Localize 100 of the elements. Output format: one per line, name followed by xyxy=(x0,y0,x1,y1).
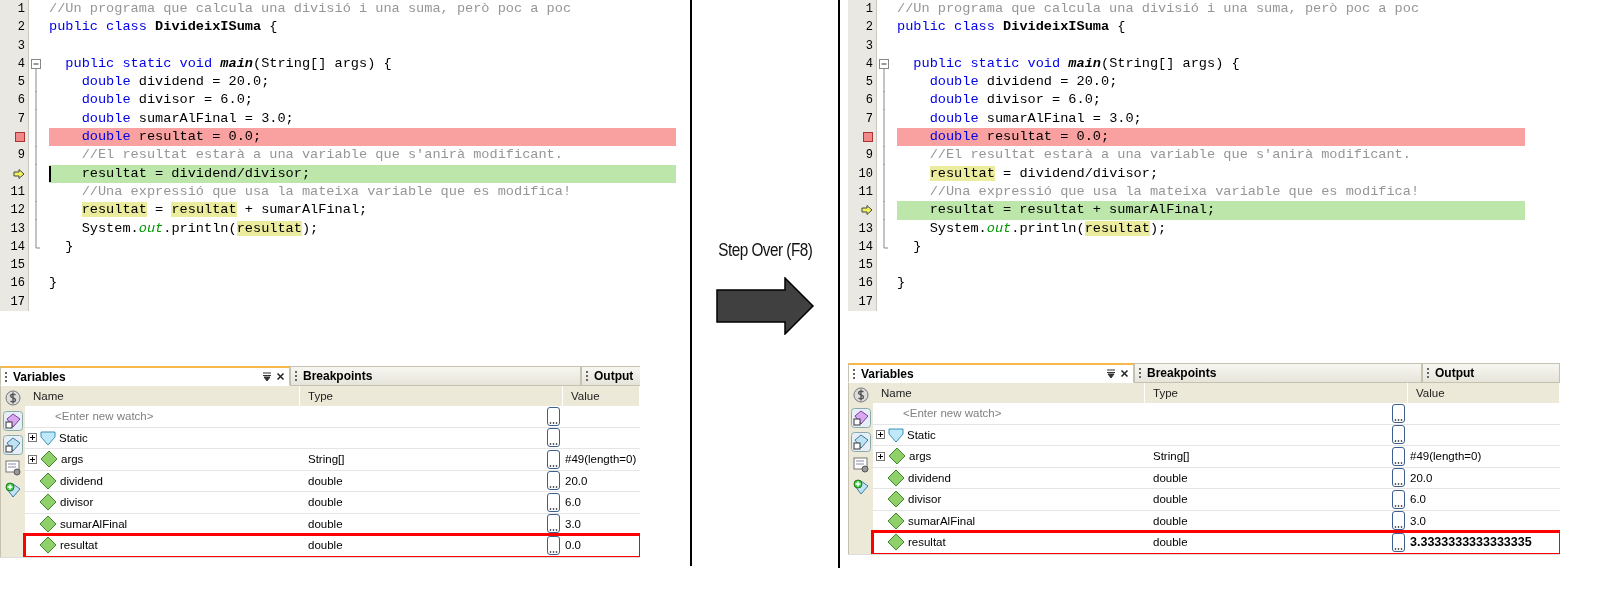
close-icon[interactable] xyxy=(276,372,285,382)
more-button[interactable] xyxy=(1392,425,1405,445)
more-button[interactable] xyxy=(1392,532,1405,552)
code-line: public static void main(String[] args) { xyxy=(912,54,1240,73)
line-number: 14 xyxy=(10,238,25,256)
code-line: double dividend = 20.0; xyxy=(928,73,1118,92)
expand-icon[interactable] xyxy=(28,454,37,464)
line-number: 3 xyxy=(865,37,873,55)
panel-tab[interactable]: Variables xyxy=(0,366,290,387)
breakpoint-icon[interactable] xyxy=(863,132,873,143)
step-caption: Step Over (F8) xyxy=(717,240,812,261)
column-header[interactable]: Name xyxy=(873,383,1145,404)
expand-icon[interactable] xyxy=(876,430,885,440)
variable-row[interactable]: sumarAlFinal double 3.0 xyxy=(873,510,1560,533)
code-line: //El resultat estarà a una variable que s'anirà modificant. xyxy=(80,146,563,165)
variable-row[interactable]: Static xyxy=(873,424,1560,447)
variable-type: double xyxy=(1153,514,1188,527)
line-number: 15 xyxy=(858,257,873,275)
variable-row[interactable]: <Enter new watch> xyxy=(25,406,640,428)
line-number: 13 xyxy=(10,220,25,238)
shield-icon xyxy=(888,426,904,443)
variable-name: Static xyxy=(59,431,88,444)
column-header[interactable]: Type xyxy=(1145,383,1408,404)
variable-row[interactable]: dividend double 20.0 xyxy=(873,467,1560,490)
variable-row[interactable]: divisor double 6.0 xyxy=(873,489,1560,511)
gem-icon[interactable] xyxy=(851,432,871,453)
variable-row[interactable]: resultat double 0.0 xyxy=(25,535,640,557)
code-line: //Una expressió que usa la mateixa variable que es modifica! xyxy=(928,182,1420,201)
gem-icon[interactable] xyxy=(3,411,23,432)
column-header[interactable]: Name xyxy=(25,386,300,407)
code-line: double resultat = 0.0; xyxy=(928,128,1110,147)
line-number: 17 xyxy=(858,293,873,311)
more-button[interactable] xyxy=(547,406,560,426)
diamond-icon xyxy=(39,493,57,512)
menu-icon[interactable] xyxy=(1106,368,1116,379)
line-number: 11 xyxy=(858,183,873,201)
ellipsis-icon xyxy=(1394,417,1403,422)
column-header[interactable]: Type xyxy=(300,386,563,407)
expand-icon[interactable] xyxy=(876,451,885,461)
line-number: 16 xyxy=(10,275,25,293)
more-button[interactable] xyxy=(1392,403,1405,423)
more-button[interactable] xyxy=(547,492,560,512)
variable-value: 20.0 xyxy=(1410,471,1433,484)
panel-tab[interactable]: Variables xyxy=(848,363,1134,384)
variable-type: String[] xyxy=(308,453,345,466)
variable-row[interactable]: sumarAlFinal double 3.0 xyxy=(25,513,640,536)
variable-value: #49(length=0) xyxy=(565,453,637,466)
add-gem-icon[interactable] xyxy=(852,478,870,497)
ellipsis-icon xyxy=(549,463,558,468)
code-line: //Un programa que calcula una divisió i una suma, però poc a poc xyxy=(49,0,572,18)
code-line: //Un programa que calcula una divisió i una suma, però poc a poc xyxy=(897,0,1420,18)
variable-row[interactable]: Static xyxy=(25,427,640,450)
more-button[interactable] xyxy=(1392,446,1405,466)
gem-icon[interactable] xyxy=(3,435,23,456)
more-button[interactable] xyxy=(547,428,560,448)
code-line: double sumarAlFinal = 3.0; xyxy=(80,109,294,128)
ellipsis-icon xyxy=(549,442,558,447)
expand-icon[interactable] xyxy=(28,433,37,443)
breakpoint-icon[interactable] xyxy=(15,132,25,143)
panel-tab[interactable]: Output xyxy=(581,366,640,387)
coin-icon[interactable] xyxy=(4,389,22,408)
more-button[interactable] xyxy=(547,535,560,555)
more-button[interactable] xyxy=(1392,489,1405,509)
variable-row[interactable]: <Enter new watch> xyxy=(873,403,1560,425)
ellipsis-icon xyxy=(549,485,558,490)
coin-icon[interactable] xyxy=(852,386,870,405)
ellipsis-icon xyxy=(549,549,558,554)
add-gem-icon[interactable] xyxy=(4,481,22,500)
right-arrow-icon xyxy=(715,277,815,335)
variable-row[interactable]: divisor double 6.0 xyxy=(25,492,640,514)
code-line: } xyxy=(912,237,922,256)
panel-tab[interactable]: Breakpoints xyxy=(1134,363,1422,384)
new-watch-field[interactable]: <Enter new watch> xyxy=(887,407,1002,420)
more-button[interactable] xyxy=(547,471,560,491)
more-button[interactable] xyxy=(547,514,560,534)
more-button[interactable] xyxy=(1392,511,1405,531)
column-header[interactable]: Value xyxy=(563,386,640,407)
close-icon[interactable] xyxy=(1120,369,1129,379)
menu-icon[interactable] xyxy=(262,371,272,382)
more-button[interactable] xyxy=(547,449,560,469)
line-number: 7 xyxy=(17,110,25,128)
more-button[interactable] xyxy=(1392,468,1405,488)
variable-row[interactable]: resultat double 3.3333333333333335 xyxy=(873,532,1560,554)
line-number: 4 xyxy=(17,55,25,73)
code-line: resultat = dividend/divisor; xyxy=(928,164,1159,183)
new-watch-field[interactable]: <Enter new watch> xyxy=(39,410,154,423)
gem-icon[interactable] xyxy=(851,408,871,429)
variable-type: double xyxy=(308,517,343,530)
diamond-icon xyxy=(39,514,57,533)
variable-name: resultat xyxy=(908,536,946,549)
panel-tab[interactable]: Breakpoints xyxy=(290,366,581,387)
variable-row[interactable]: dividend double 20.0 xyxy=(25,470,640,493)
variable-row[interactable]: args String[] #49(length=0) xyxy=(873,446,1560,468)
variable-row[interactable]: args String[] #49(length=0) xyxy=(25,449,640,471)
code-line: resultat = resultat + sumarAlFinal; xyxy=(928,201,1216,220)
diamond-icon xyxy=(888,447,906,466)
line-number: 2 xyxy=(865,19,873,37)
panel-tab[interactable]: Output xyxy=(1422,363,1560,384)
line-number: 2 xyxy=(17,19,25,37)
column-header[interactable]: Value xyxy=(1408,383,1560,404)
